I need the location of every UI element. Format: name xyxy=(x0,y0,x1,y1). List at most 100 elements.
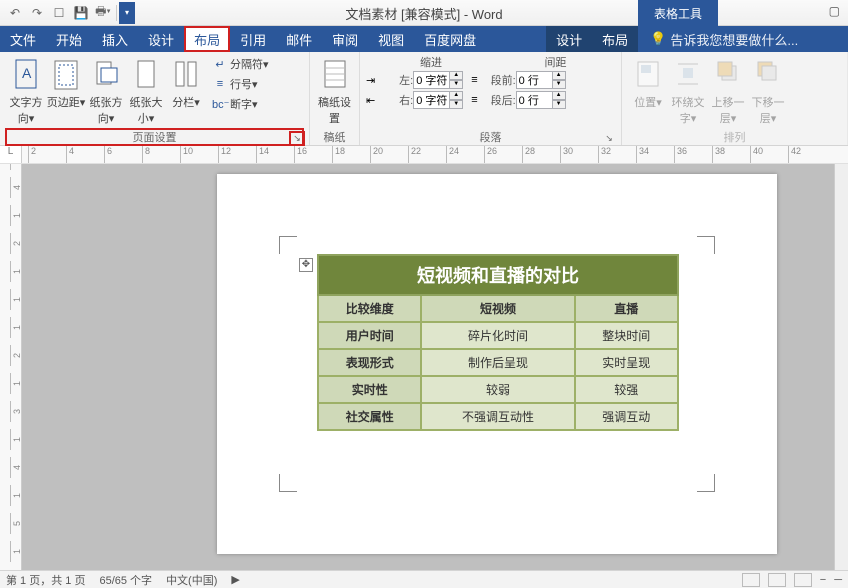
table-cell[interactable]: 实时呈现 xyxy=(575,349,678,376)
table-cell[interactable]: 强调互动 xyxy=(575,403,678,430)
indent-left-up[interactable]: ▲ xyxy=(449,71,463,80)
text-direction-button[interactable]: A 文字方向▾ xyxy=(6,54,46,126)
bring-forward-button[interactable]: 上移一层▾ xyxy=(708,54,748,126)
crop-mark xyxy=(279,474,297,492)
hyphen-icon: bc⁻ xyxy=(212,98,228,111)
manuscript-icon xyxy=(321,58,349,92)
backward-icon xyxy=(754,58,782,92)
contextual-tab-label: 表格工具 xyxy=(638,0,718,26)
vertical-ruler[interactable]: 141211121314151 xyxy=(0,164,22,570)
columns-button[interactable]: 分栏▾ xyxy=(166,54,206,110)
indent-left-icon: ⇥ xyxy=(366,74,375,87)
space-after-down[interactable]: ▼ xyxy=(552,100,566,109)
document-table[interactable]: 短视频和直播的对比 比较维度 短视频 直播 用户时间碎片化时间整块时间 表现形式… xyxy=(317,254,679,431)
tab-design[interactable]: 设计 xyxy=(138,26,184,52)
send-backward-button[interactable]: 下移一层▾ xyxy=(748,54,788,126)
ruler-corner: L xyxy=(0,146,22,163)
indent-heading: 缩进 xyxy=(366,54,496,70)
hyphenation-button[interactable]: bc⁻断字 ▾ xyxy=(210,94,271,114)
orientation-icon xyxy=(92,58,120,92)
indent-right-down[interactable]: ▼ xyxy=(449,100,463,109)
page-setup-group-label: 页面设置 ↘ xyxy=(6,129,303,145)
save-button[interactable]: 💾 xyxy=(70,2,92,24)
vertical-scrollbar[interactable] xyxy=(834,164,848,570)
manuscript-paper-button[interactable]: 稿纸设置 xyxy=(316,54,353,126)
table-cell[interactable]: 不强调互动性 xyxy=(421,403,574,430)
ribbon-display-options[interactable]: ▢ xyxy=(829,4,840,18)
line-numbers-button[interactable]: ≡行号 ▾ xyxy=(210,74,271,94)
line-num-icon: ≡ xyxy=(212,78,228,90)
table-col-header[interactable]: 短视频 xyxy=(421,295,574,322)
indent-right-up[interactable]: ▲ xyxy=(449,91,463,100)
tab-baidu[interactable]: 百度网盘 xyxy=(414,26,486,52)
table-cell[interactable]: 表现形式 xyxy=(318,349,421,376)
page-count[interactable]: 第 1 页，共 1 页 xyxy=(6,572,85,588)
table-cell[interactable]: 较弱 xyxy=(421,376,574,403)
table-cell[interactable]: 实时性 xyxy=(318,376,421,403)
zoom-divider: ─ xyxy=(834,574,842,586)
customize-qat-button[interactable]: ▾ xyxy=(119,2,135,24)
forward-icon xyxy=(714,58,742,92)
spacing-heading: 间距 xyxy=(496,54,615,70)
undo-button[interactable]: ↶ xyxy=(4,2,26,24)
tell-me-search[interactable]: 💡 告诉我您想要做什么... xyxy=(650,26,798,52)
print-layout-button[interactable] xyxy=(768,573,786,587)
table-cell[interactable]: 较强 xyxy=(575,376,678,403)
touch-mode-button[interactable]: ☐ xyxy=(48,2,70,24)
orientation-button[interactable]: 纸张方向▾ xyxy=(86,54,126,126)
bulb-icon: 💡 xyxy=(650,31,666,47)
separator xyxy=(116,5,117,21)
breaks-button[interactable]: ↵分隔符 ▾ xyxy=(210,54,271,74)
read-mode-button[interactable] xyxy=(742,573,760,587)
table-col-header[interactable]: 比较维度 xyxy=(318,295,421,322)
web-layout-button[interactable] xyxy=(794,573,812,587)
indent-left-down[interactable]: ▼ xyxy=(449,80,463,89)
wrap-text-button[interactable]: 环绕文字▾ xyxy=(668,54,708,126)
table-cell[interactable]: 社交属性 xyxy=(318,403,421,430)
space-before-up[interactable]: ▲ xyxy=(552,71,566,80)
word-count[interactable]: 65/65 个字 xyxy=(99,572,152,588)
status-bar: 第 1 页，共 1 页 65/65 个字 中文(中国) ▶ − ─ xyxy=(0,570,848,588)
indent-right-icon: ⇤ xyxy=(366,94,375,107)
tab-insert[interactable]: 插入 xyxy=(92,26,138,52)
tab-home[interactable]: 开始 xyxy=(46,26,92,52)
crop-mark xyxy=(697,236,715,254)
tell-me-placeholder: 告诉我您想要做什么... xyxy=(670,30,798,49)
tab-mailings[interactable]: 邮件 xyxy=(276,26,322,52)
window-title: 文档素材 [兼容模式] - Word xyxy=(345,4,502,23)
tab-layout[interactable]: 布局 xyxy=(184,26,230,52)
quick-print-button[interactable]: 🖶▾ xyxy=(92,2,114,24)
tab-file[interactable]: 文件 xyxy=(0,26,46,52)
table-cell[interactable]: 用户时间 xyxy=(318,322,421,349)
zoom-out-button[interactable]: − xyxy=(820,574,826,586)
tab-review[interactable]: 审阅 xyxy=(322,26,368,52)
tab-table-design[interactable]: 设计 xyxy=(546,26,592,52)
tab-references[interactable]: 引用 xyxy=(230,26,276,52)
margins-button[interactable]: 页边距▾ xyxy=(46,54,86,110)
space-after-up[interactable]: ▲ xyxy=(552,91,566,100)
table-cell[interactable]: 碎片化时间 xyxy=(421,322,574,349)
redo-button[interactable]: ↷ xyxy=(26,2,48,24)
macro-icon[interactable]: ▶ xyxy=(231,573,239,586)
position-button[interactable]: 位置▾ xyxy=(628,54,668,110)
size-icon xyxy=(132,58,160,92)
table-title[interactable]: 短视频和直播的对比 xyxy=(318,255,678,295)
page-setup-dialog-launcher[interactable]: ↘ xyxy=(291,133,303,145)
horizontal-ruler[interactable]: 24681012141618202224262830323436384042 xyxy=(22,146,848,163)
svg-text:A: A xyxy=(22,65,32,81)
table-move-handle[interactable]: ✥ xyxy=(299,258,313,272)
table-col-header[interactable]: 直播 xyxy=(575,295,678,322)
table-cell[interactable]: 制作后呈现 xyxy=(421,349,574,376)
size-button[interactable]: 纸张大小▾ xyxy=(126,54,166,126)
space-before-down[interactable]: ▼ xyxy=(552,80,566,89)
tab-view[interactable]: 视图 xyxy=(368,26,414,52)
crop-mark xyxy=(697,474,715,492)
paragraph-dialog-launcher[interactable]: ↘ xyxy=(603,133,615,145)
tab-table-layout[interactable]: 布局 xyxy=(592,26,638,52)
language[interactable]: 中文(中国) xyxy=(166,572,217,588)
table-cell[interactable]: 整块时间 xyxy=(575,322,678,349)
document-area[interactable]: ✥ 短视频和直播的对比 比较维度 短视频 直播 用户时间碎片化时间整块时间 表现… xyxy=(22,164,834,570)
paragraph-group-label: 段落 ↘ xyxy=(366,129,615,145)
columns-icon xyxy=(172,58,200,92)
text-direction-icon: A xyxy=(12,58,40,92)
